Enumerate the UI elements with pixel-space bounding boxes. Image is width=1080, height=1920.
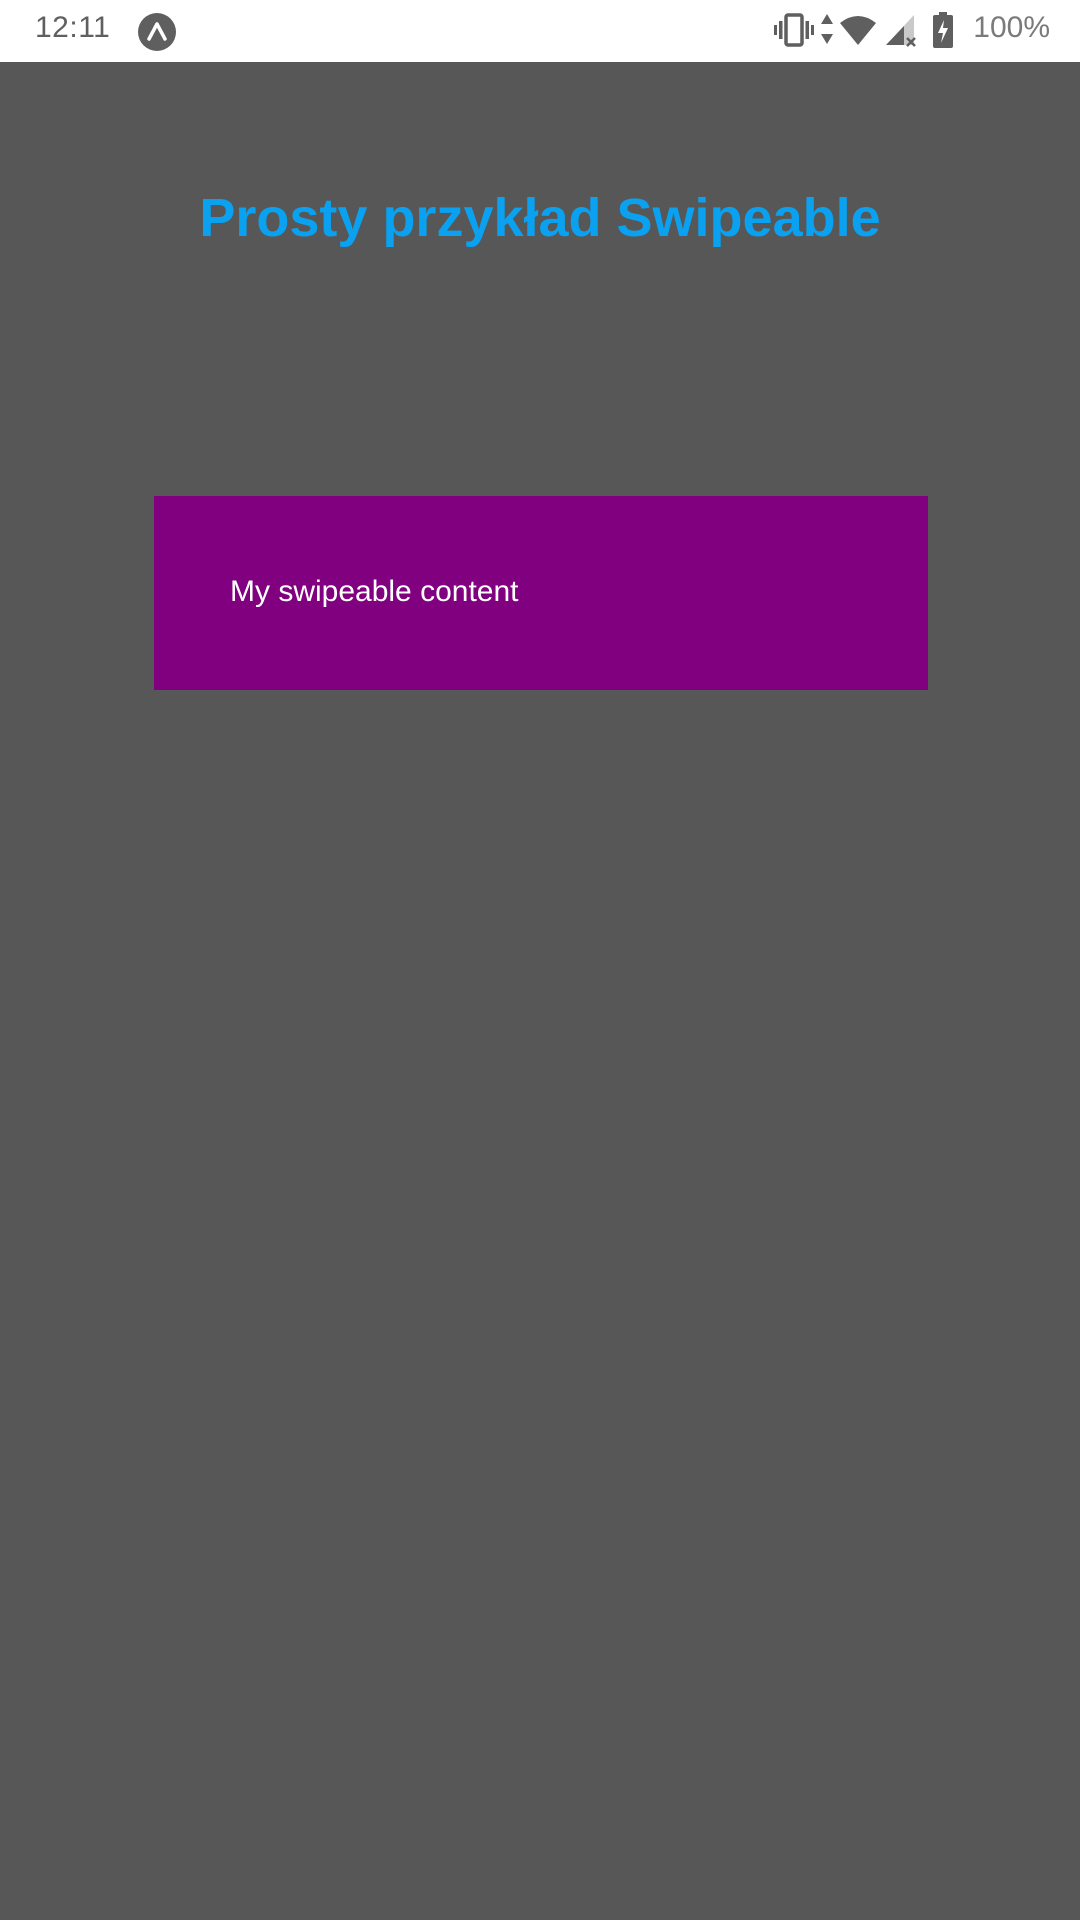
status-bar: 12:11 100% [0, 0, 1080, 62]
status-time: 12:11 [35, 11, 111, 44]
expo-icon [137, 12, 177, 52]
wifi-icon [838, 11, 878, 54]
data-arrows-icon [820, 11, 834, 54]
battery-percentage: 100% [973, 11, 1050, 44]
page-title: Prosty przykład Swipeable [199, 188, 881, 248]
battery-charging-icon [932, 11, 954, 54]
app-screen: Prosty przykład Swipeable My swipeable c… [0, 62, 1080, 1920]
swipeable-content-label: My swipeable content [230, 575, 519, 608]
cellular-no-signal-icon [884, 11, 918, 54]
vibrate-icon [773, 11, 815, 54]
swipeable-row[interactable]: My swipeable content [154, 496, 928, 690]
status-icons: 100% [760, 0, 1080, 62]
